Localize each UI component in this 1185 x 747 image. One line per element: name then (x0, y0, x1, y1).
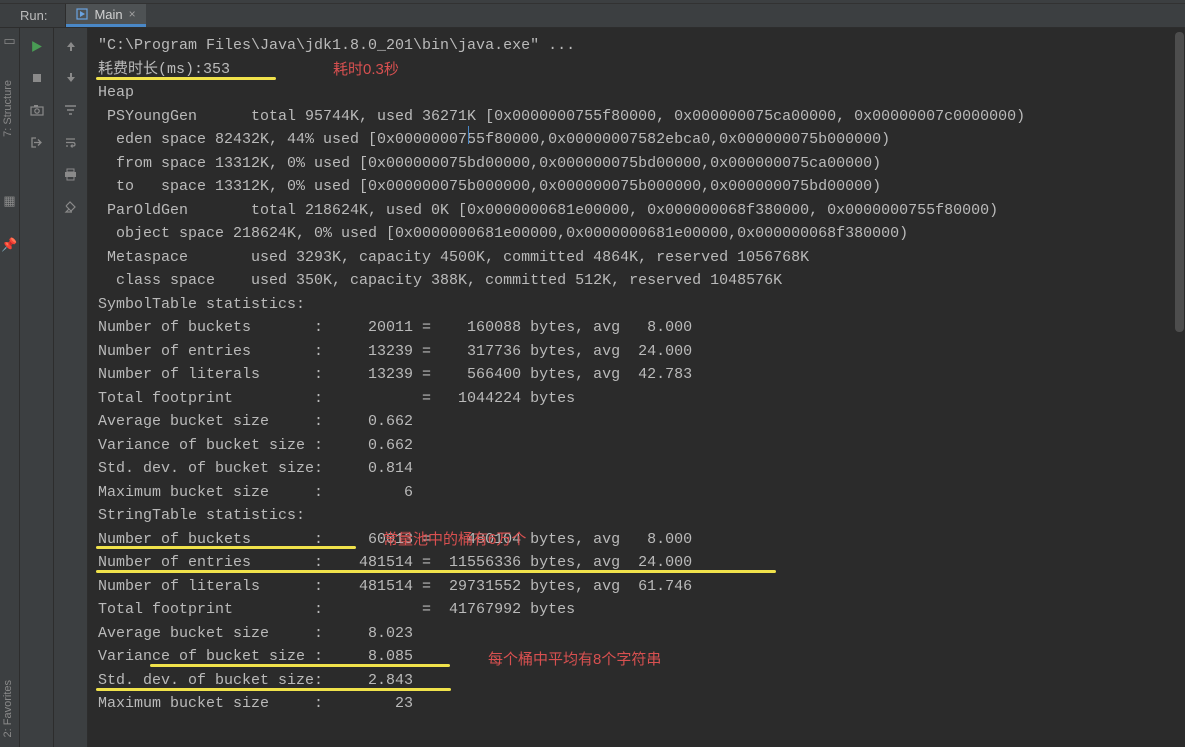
tab-title: Main (94, 7, 122, 22)
minimize-icon[interactable]: ▭ (3, 34, 17, 48)
annotation-avg: 每个桶中平均有8个字符串 (488, 648, 661, 669)
annotation-time: 耗时0.3秒 (333, 58, 399, 79)
highlight-underline (96, 688, 451, 691)
scrollbar[interactable] (1173, 28, 1185, 747)
tab-main[interactable]: Main × (66, 4, 145, 27)
highlight-underline (96, 546, 356, 549)
run-tabs: Main × (65, 4, 145, 27)
console-output[interactable]: "C:\Program Files\Java\jdk1.8.0_201\bin\… (88, 28, 1185, 747)
scrollbar-thumb[interactable] (1175, 32, 1184, 332)
exit-icon[interactable] (25, 130, 49, 154)
run-config-icon (76, 8, 88, 20)
annotation-buckets: 常量池中的桶有6万个 (383, 528, 526, 549)
favorites-tool-label[interactable]: 2: Favorites (2, 680, 14, 737)
down-icon[interactable] (59, 66, 83, 90)
structure-tool-label[interactable]: 7: Structure (2, 80, 14, 137)
filter-icon[interactable] (59, 98, 83, 122)
rerun-button[interactable] (25, 34, 49, 58)
console-text: "C:\Program Files\Java\jdk1.8.0_201\bin\… (98, 34, 1175, 716)
highlight-underline (150, 664, 450, 667)
wrap-icon[interactable] (59, 130, 83, 154)
run-tool-bar: Run: Main × (0, 4, 1185, 28)
close-icon[interactable]: × (129, 7, 136, 21)
run-actions-col (20, 28, 54, 747)
up-icon[interactable] (59, 34, 83, 58)
layout-icon[interactable]: ▦ (3, 194, 17, 208)
body: ▭ 7: Structure ▦ 📌 2: Favorites (0, 28, 1185, 747)
console-actions-col (54, 28, 88, 747)
clear-icon[interactable] (59, 194, 83, 218)
pin-icon[interactable]: 📌 (3, 238, 17, 252)
text-caret (468, 126, 469, 144)
left-gutter: ▭ 7: Structure ▦ 📌 2: Favorites (0, 28, 20, 747)
highlight-underline (96, 570, 776, 573)
camera-icon[interactable] (25, 98, 49, 122)
stop-button[interactable] (25, 66, 49, 90)
highlight-underline (96, 77, 276, 80)
run-label: Run: (0, 8, 55, 23)
print-icon[interactable] (59, 162, 83, 186)
